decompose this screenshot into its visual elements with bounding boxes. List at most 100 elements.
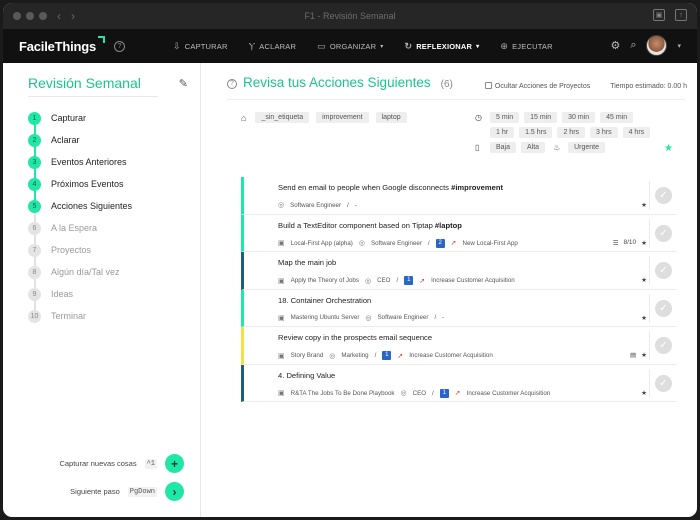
next-step-button[interactable]: › <box>165 482 184 501</box>
chevron-down-icon: ▾ <box>476 43 480 50</box>
task-row[interactable]: 4. Defining Value ▣ R&TA The Jobs To Be Do… <box>241 364 677 402</box>
review-step[interactable]: 2 Aclarar <box>28 129 200 151</box>
close-window-button[interactable] <box>13 12 21 20</box>
star-icon[interactable]: ★ <box>641 389 647 397</box>
tag-chip[interactable]: laptop <box>375 112 407 123</box>
task-row[interactable]: Build a TextEditor component based on Ti… <box>241 214 677 252</box>
chevron-down-icon[interactable]: ▾ <box>677 42 681 50</box>
time-chip[interactable]: 5 min <box>490 112 520 123</box>
review-step[interactable]: 8 Algún día/Tal vez <box>28 261 200 283</box>
estimated-time: Tiempo estimado: 0.00 h <box>610 82 687 90</box>
star-icon[interactable]: ★ <box>641 276 647 284</box>
task-title[interactable]: Build a TextEditor component based on Ti… <box>278 221 462 230</box>
settings-gear-icon[interactable]: ⚙ <box>610 39 620 52</box>
complete-task-button[interactable]: ✓ <box>649 181 677 210</box>
nav-item-reflexionar[interactable]: ↻ REFLEXIONAR ▾ <box>404 41 479 52</box>
tag-chip[interactable]: improvement <box>316 112 369 123</box>
page-title: Revisa tus Acciones Siguientes <box>243 75 431 90</box>
help-icon[interactable]: ? <box>114 40 126 52</box>
task-tag: #laptop <box>434 220 462 230</box>
complete-task-button[interactable]: ✓ <box>649 293 677 323</box>
review-step[interactable]: 4 Próximos Eventos <box>28 173 200 195</box>
star-filter-icon[interactable]: ★ <box>664 143 673 154</box>
top-navbar: FacileThings ? ⇩ CAPTURAR Ⲩ ACLARAR ▭ ORGANIZ… <box>3 29 697 63</box>
hide-projects-checkbox[interactable]: Ocultar Acciones de Proyectos <box>484 82 590 90</box>
tag-chip[interactable]: _sin_etiqueta <box>255 112 310 123</box>
review-step[interactable]: 9 Ideas <box>28 283 200 305</box>
time-chip[interactable]: 1.5 hrs <box>519 127 553 138</box>
app-logo[interactable]: FacileThings <box>19 35 106 54</box>
review-step[interactable]: 7 Proyectos <box>28 239 200 261</box>
review-step[interactable]: 10 Terminar <box>28 305 200 327</box>
step-number: 9 <box>28 287 41 301</box>
review-step[interactable]: 5 Acciones Siguientes <box>28 195 200 217</box>
help-icon[interactable]: ? <box>227 78 237 89</box>
task-meta-item: - <box>354 201 357 209</box>
nav-item-ejecutar[interactable]: ⊕ EJECUTAR <box>500 41 552 52</box>
task-meta-item: Increase Customer Acquisition <box>409 352 493 359</box>
checkbox-icon <box>484 82 492 89</box>
context-icon: ◎ <box>365 314 372 322</box>
nav-item-label: ORGANIZAR <box>329 41 377 51</box>
task-row[interactable]: Send en email to people when Google disc… <box>241 177 677 215</box>
star-icon[interactable]: ★ <box>641 351 647 359</box>
task-meta: ▣ R&TA The Jobs To Be Done Playbook ◎ CEO / 1… <box>278 388 551 398</box>
forward-arrow-icon[interactable]: › <box>71 9 75 23</box>
back-arrow-icon[interactable]: ‹ <box>57 9 61 23</box>
energy-chip[interactable]: Baja <box>490 142 517 153</box>
complete-task-button[interactable]: ✓ <box>649 331 677 360</box>
review-step[interactable]: 6 A la Espera <box>28 217 200 239</box>
context-icon: ◎ <box>364 277 372 285</box>
inbox-tray-icon: ⇩ <box>173 40 181 51</box>
task-meta-item: Increase Customer Acquisition <box>466 389 551 397</box>
next-step-shortcut: PgDown <box>127 486 157 497</box>
time-chip[interactable]: 45 min <box>600 112 634 123</box>
task-title-text: Map the main job <box>278 258 337 267</box>
extension-icon[interactable]: ▣ <box>653 9 665 21</box>
minimize-window-button[interactable] <box>26 12 34 20</box>
energy-chip[interactable]: Alta <box>521 142 546 153</box>
nav-item-capturar[interactable]: ⇩ CAPTURAR <box>173 41 228 52</box>
time-chip[interactable]: 1 hr <box>490 127 515 138</box>
review-step[interactable]: 1 Capturar <box>28 107 200 129</box>
time-chip[interactable]: 3 hrs <box>590 127 618 138</box>
chevron-down-icon: ▾ <box>380 43 384 50</box>
star-icon[interactable]: ★ <box>641 201 647 209</box>
complete-task-button[interactable]: ✓ <box>649 368 677 398</box>
zoom-window-button[interactable] <box>39 12 47 20</box>
share-icon[interactable]: ↑ <box>675 9 687 21</box>
task-row[interactable]: Map the main job ▣ Apply the Theory of Job… <box>241 252 677 290</box>
nav-item-aclarar[interactable]: Ⲩ ACLARAR <box>249 41 297 52</box>
task-row[interactable]: 18. Container Orchestration ▣ Mastering Ub… <box>241 289 677 327</box>
search-icon[interactable]: ⌕ <box>630 39 636 52</box>
step-number: 8 <box>28 265 41 279</box>
task-title[interactable]: Review copy in the prospects email seque… <box>278 333 432 342</box>
task-title-text: Review copy in the prospects email seque… <box>278 333 433 342</box>
time-chip[interactable]: 15 min <box>524 112 558 123</box>
task-title[interactable]: Send en email to people when Google disc… <box>278 183 503 192</box>
step-label: Algún día/Tal vez <box>51 267 120 277</box>
task-title[interactable]: 4. Defining Value <box>278 371 335 380</box>
task-row[interactable]: Review copy in the prospects email seque… <box>241 327 677 365</box>
task-meta-item: / <box>427 239 430 247</box>
time-chip[interactable]: 30 min <box>562 112 596 123</box>
time-chip[interactable]: 2 hrs <box>557 127 586 138</box>
task-title[interactable]: Map the main job <box>278 258 336 267</box>
review-step[interactable]: 3 Eventos Anteriores <box>28 151 200 173</box>
note-icon[interactable]: ▤ <box>630 351 636 359</box>
star-icon[interactable]: ★ <box>641 239 647 247</box>
time-chip[interactable]: 4 hrs <box>622 127 651 138</box>
star-icon[interactable]: ★ <box>641 314 647 322</box>
user-avatar[interactable] <box>646 35 668 56</box>
step-label: Eventos Anteriores <box>51 157 127 167</box>
tag-filters: ⌂ _sin_etiqueta improvement laptop <box>241 112 407 123</box>
pencil-icon[interactable]: ✎ <box>179 77 188 90</box>
complete-task-button[interactable]: ✓ <box>649 256 677 285</box>
complete-task-button[interactable]: ✓ <box>649 218 677 248</box>
task-meta-item: CEO <box>377 277 391 284</box>
urgency-chip[interactable]: Urgente <box>568 142 605 153</box>
nav-item-organizar[interactable]: ▭ ORGANIZAR ▾ <box>317 41 383 52</box>
task-title[interactable]: 18. Container Orchestration <box>278 296 371 305</box>
task-title-text: 4. Defining Value <box>278 370 336 380</box>
add-button[interactable]: + <box>165 454 184 473</box>
